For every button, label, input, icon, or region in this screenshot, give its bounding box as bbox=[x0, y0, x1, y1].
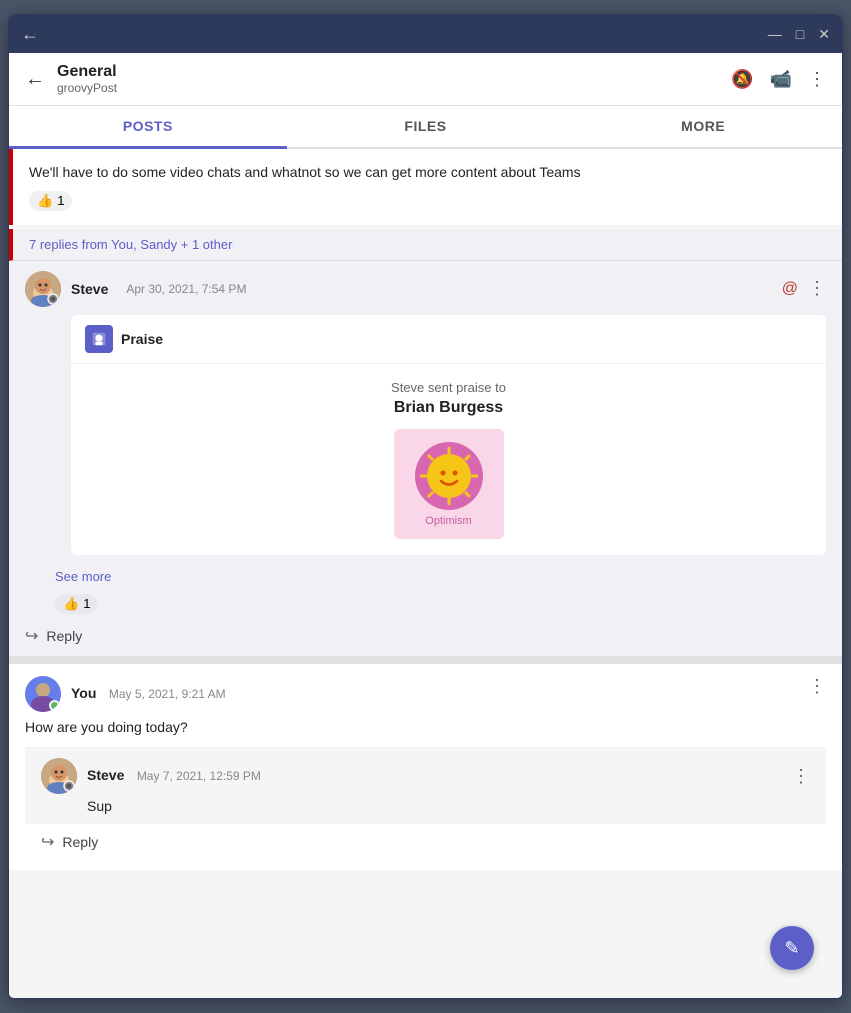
titlebar-left: ← bbox=[21, 24, 39, 45]
compose-fab-button[interactable]: ✎ bbox=[770, 926, 814, 970]
nested-reply-author: Steve bbox=[87, 767, 124, 783]
praise-badge-label: Optimism bbox=[425, 515, 471, 527]
praise-card: Praise Steve sent praise to Brian Burges… bbox=[71, 315, 826, 555]
thread-message: Steve Apr 30, 2021, 7:54 PM @ ⋮ bbox=[9, 261, 842, 555]
tab-more[interactable]: MORE bbox=[564, 106, 842, 147]
nested-reply-left: Steve May 7, 2021, 12:59 PM bbox=[41, 758, 261, 794]
praise-card-title: Praise bbox=[121, 331, 163, 347]
online-badge bbox=[49, 700, 60, 711]
nested-reply-author-info: Steve May 7, 2021, 12:59 PM bbox=[87, 767, 261, 785]
post-author-info: You May 5, 2021, 9:21 AM bbox=[71, 685, 226, 703]
reaction-count: 1 bbox=[57, 193, 64, 208]
thread-reaction-emoji: 👍 bbox=[63, 596, 79, 612]
at-mention-button[interactable]: @ bbox=[782, 280, 798, 298]
thread-msg-header-left: Steve Apr 30, 2021, 7:54 PM bbox=[25, 271, 246, 307]
thread-reaction-row: 👍 1 bbox=[9, 590, 842, 618]
bottom-reply-bar[interactable]: ↩ Reply bbox=[25, 824, 826, 858]
post-msg-header-left: You May 5, 2021, 9:21 AM bbox=[25, 676, 226, 712]
titlebar: ← — □ ✕ bbox=[9, 15, 842, 53]
content-wrapper: We'll have to do some video chats and wh… bbox=[9, 149, 842, 998]
praise-sent-to: Steve sent praise to bbox=[87, 380, 810, 395]
header-more-button[interactable]: ⋮ bbox=[808, 69, 826, 90]
bottom-reply-icon: ↩ bbox=[41, 832, 54, 852]
channel-title: General bbox=[57, 63, 117, 81]
titlebar-controls: — □ ✕ bbox=[768, 27, 830, 41]
praise-badge: Optimism bbox=[394, 429, 504, 539]
minimize-button[interactable]: — bbox=[768, 27, 782, 41]
thread-reaction[interactable]: 👍 1 bbox=[55, 594, 98, 614]
app-header: ← General groovyPost 🔕 📹 ⋮ bbox=[9, 53, 842, 106]
optimism-sun-icon bbox=[414, 441, 484, 511]
top-message-reaction[interactable]: 👍 1 bbox=[29, 191, 72, 211]
top-message-text: We'll have to do some video chats and wh… bbox=[29, 163, 826, 183]
bottom-reply-label: Reply bbox=[62, 834, 98, 850]
channel-subtitle: groovyPost bbox=[57, 81, 117, 95]
top-message: We'll have to do some video chats and wh… bbox=[9, 149, 842, 225]
praise-recipient: Brian Burgess bbox=[87, 399, 810, 417]
nested-reply-time: May 7, 2021, 12:59 PM bbox=[137, 769, 261, 783]
nested-reply: Steve May 7, 2021, 12:59 PM ⋮ Sup bbox=[25, 747, 826, 824]
header-actions: 🔕 📹 ⋮ bbox=[731, 69, 826, 90]
nested-reply-text: Sup bbox=[87, 798, 810, 814]
tabs-bar: POSTS FILES MORE bbox=[9, 106, 842, 149]
thread-section: Steve Apr 30, 2021, 7:54 PM @ ⋮ bbox=[9, 261, 842, 656]
main-content: We'll have to do some video chats and wh… bbox=[9, 149, 842, 998]
you-avatar bbox=[25, 676, 61, 712]
titlebar-back-button[interactable]: ← bbox=[21, 24, 39, 45]
reply-icon: ↩ bbox=[25, 626, 38, 646]
post-section: You May 5, 2021, 9:21 AM ⋮ How are you d… bbox=[9, 664, 842, 871]
post-time: May 5, 2021, 9:21 AM bbox=[109, 687, 226, 701]
post-message-text: How are you doing today? bbox=[25, 718, 826, 738]
thread-reaction-count: 1 bbox=[83, 596, 90, 611]
tab-files[interactable]: FILES bbox=[287, 106, 565, 147]
praise-card-body: Steve sent praise to Brian Burgess bbox=[71, 364, 826, 555]
header-left: ← General groovyPost bbox=[25, 63, 117, 95]
tab-posts[interactable]: POSTS bbox=[9, 106, 287, 149]
notifications-button[interactable]: 🔕 bbox=[731, 69, 753, 90]
thread-msg-header: Steve Apr 30, 2021, 7:54 PM @ ⋮ bbox=[25, 271, 826, 307]
praise-card-header: Praise bbox=[71, 315, 826, 364]
thread-reply-label: Reply bbox=[46, 628, 82, 644]
see-more-button[interactable]: See more bbox=[9, 563, 111, 590]
close-button[interactable]: ✕ bbox=[818, 27, 830, 41]
video-button[interactable]: 📹 bbox=[770, 69, 792, 90]
praise-icon bbox=[85, 325, 113, 353]
thread-msg-time: Apr 30, 2021, 7:54 PM bbox=[126, 282, 246, 296]
thread-msg-actions: @ ⋮ bbox=[782, 278, 826, 299]
nested-reply-header: Steve May 7, 2021, 12:59 PM ⋮ bbox=[41, 758, 810, 794]
post-more-button[interactable]: ⋮ bbox=[808, 676, 826, 697]
thread-msg-more-button[interactable]: ⋮ bbox=[808, 278, 826, 299]
replies-bar[interactable]: 7 replies from You, Sandy + 1 other bbox=[9, 229, 842, 261]
thread-msg-author: Steve bbox=[71, 281, 108, 297]
post-author: You bbox=[71, 685, 96, 701]
post-msg-header: You May 5, 2021, 9:21 AM ⋮ bbox=[25, 676, 826, 712]
thread-reply-bar[interactable]: ↩ Reply bbox=[9, 618, 842, 656]
header-back-button[interactable]: ← bbox=[25, 68, 45, 91]
nested-reply-more-button[interactable]: ⋮ bbox=[792, 766, 810, 787]
steve2-avatar bbox=[41, 758, 77, 794]
reaction-emoji: 👍 bbox=[37, 193, 53, 209]
section-divider bbox=[9, 656, 842, 664]
praise-badge-container: Optimism bbox=[87, 429, 810, 539]
maximize-button[interactable]: □ bbox=[796, 27, 804, 41]
header-title-block: General groovyPost bbox=[57, 63, 117, 95]
steve-avatar bbox=[25, 271, 61, 307]
